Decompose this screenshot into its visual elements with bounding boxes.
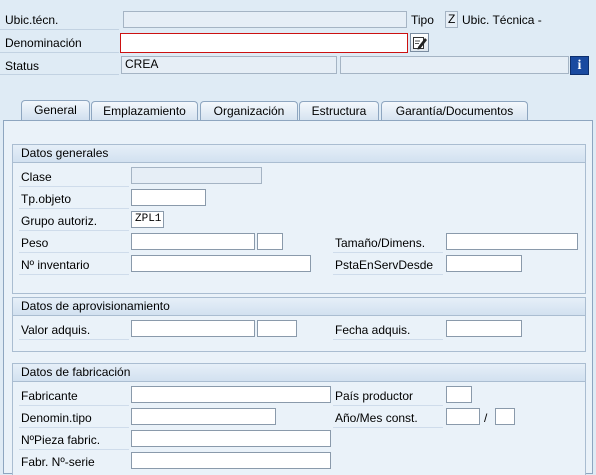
valor-adquis-input[interactable] [131, 320, 255, 337]
fabricante-input[interactable] [131, 386, 331, 403]
status-field-2 [340, 56, 569, 74]
status-field: CREA [121, 56, 337, 74]
tipo-field[interactable]: Z [445, 11, 458, 28]
peso-input[interactable] [131, 233, 255, 250]
row-line [19, 449, 129, 450]
row-line [19, 208, 129, 209]
tab-panel-general: Datos generales Clase Tp.objeto Grupo au… [3, 120, 593, 475]
tab-estructura[interactable]: Estructura [299, 101, 379, 120]
clase-label: Clase [21, 170, 52, 184]
inventario-input[interactable] [131, 255, 311, 272]
pstaenserv-label: PstaEnServDesde [335, 258, 434, 272]
tpobjeto-label: Tp.objeto [21, 192, 72, 206]
mes-const-input[interactable] [495, 408, 515, 425]
group-datos-fabricacion: Datos de fabricación Fabricante País pro… [12, 363, 586, 475]
row-line [333, 405, 443, 406]
grupo-autoriz-label: Grupo autoriz. [21, 214, 98, 228]
denomin-tipo-label: Denomin.tipo [21, 411, 92, 425]
peso-label: Peso [21, 236, 49, 250]
row-line [19, 274, 129, 275]
tipo-label: Tipo [411, 13, 434, 27]
denom-label: Denominación [5, 36, 82, 50]
information-icon[interactable]: i [570, 56, 589, 75]
group-datos-aprovisionamiento: Datos de aprovisionamiento Valor adquis.… [12, 297, 586, 352]
fecha-adquis-input[interactable] [446, 320, 522, 337]
slash-separator: / [484, 411, 488, 425]
tab-organizacion[interactable]: Organización [200, 101, 298, 120]
row-line [19, 252, 129, 253]
grupo-autoriz-input[interactable]: ZPL1 [131, 211, 164, 228]
row-line [19, 405, 129, 406]
tamano-label: Tamaño/Dimens. [335, 236, 426, 250]
peso-unit-input[interactable] [257, 233, 283, 250]
inventario-label: Nº inventario [21, 258, 90, 272]
pieza-fabric-label: NºPieza fabric. [21, 433, 101, 447]
pais-productor-input[interactable] [446, 386, 472, 403]
serie-input[interactable] [131, 452, 331, 469]
row-line [19, 186, 129, 187]
tamano-input[interactable] [446, 233, 578, 250]
row-line [19, 427, 129, 428]
row-line [333, 339, 443, 340]
row-line [333, 252, 443, 253]
pais-productor-label: País productor [335, 389, 414, 403]
ano-mes-label: Año/Mes const. [335, 411, 418, 425]
pstaenserv-input[interactable] [446, 255, 522, 272]
pieza-fabric-input[interactable] [131, 430, 331, 447]
group-datos-generales: Datos generales Clase Tp.objeto Grupo au… [12, 144, 586, 294]
status-label: Status [5, 59, 40, 73]
denomin-tipo-input[interactable] [131, 408, 276, 425]
group-title-generales: Datos generales [13, 145, 585, 163]
edit-long-text-icon[interactable] [410, 33, 429, 52]
fecha-adquis-label: Fecha adquis. [335, 323, 411, 337]
row-line [19, 230, 129, 231]
denominacion-input[interactable] [120, 33, 408, 53]
tpobjeto-input[interactable] [131, 189, 206, 206]
row-line [19, 339, 129, 340]
tab-emplazamiento[interactable]: Emplazamiento [91, 101, 198, 120]
ubic-label: Ubic.técn. [5, 13, 59, 27]
valor-adquis-label: Valor adquis. [21, 323, 91, 337]
serie-label: Fabr. Nº-serie [21, 455, 95, 469]
tipo-text: Ubic. Técnica - [462, 13, 542, 27]
row-line [333, 427, 443, 428]
tab-general[interactable]: General [21, 100, 90, 121]
group-title-fabricacion: Datos de fabricación [13, 364, 585, 382]
tab-garantia-documentos[interactable]: Garantía/Documentos [381, 101, 528, 120]
clase-field[interactable] [131, 167, 262, 184]
ano-const-input[interactable] [446, 408, 480, 425]
moneda-input[interactable] [257, 320, 297, 337]
ubic-field[interactable] [123, 11, 407, 28]
row-line [333, 274, 443, 275]
group-title-aprovisionamiento: Datos de aprovisionamiento [13, 298, 585, 316]
fabricante-label: Fabricante [21, 389, 78, 403]
